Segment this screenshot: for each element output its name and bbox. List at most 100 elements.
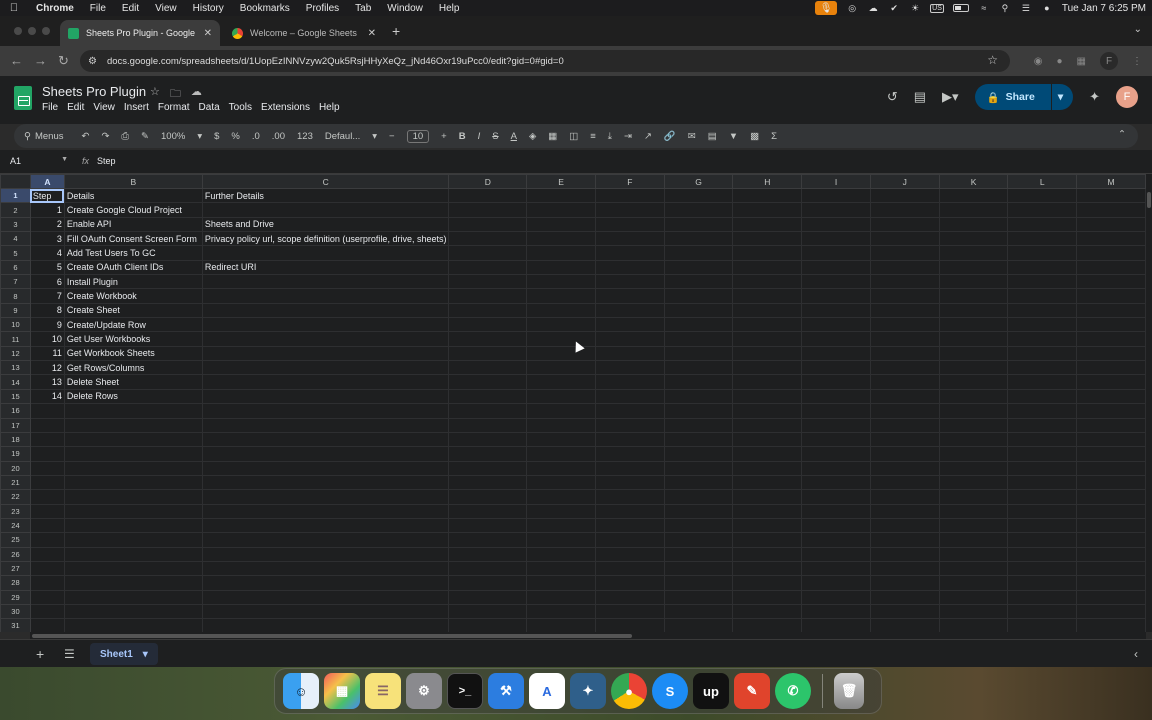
row-header[interactable]: 27	[0, 560, 31, 577]
cell-c27[interactable]	[201, 560, 450, 577]
cell-c25[interactable]	[201, 532, 450, 548]
cell-k2[interactable]	[938, 202, 1009, 218]
cell-g16[interactable]	[663, 403, 734, 419]
row-header[interactable]: 16	[0, 403, 31, 419]
new-tab-icon[interactable]: +	[392, 23, 400, 39]
cell-k6[interactable]	[938, 259, 1009, 276]
strikethrough-button[interactable]: S	[492, 131, 498, 142]
cell-a17[interactable]	[29, 417, 65, 433]
cell-g26[interactable]	[663, 546, 734, 562]
cell-h5[interactable]	[732, 245, 803, 261]
cell-f13[interactable]	[594, 360, 665, 376]
cell-m19[interactable]	[1076, 446, 1146, 462]
collapse-toolbar-chevron-icon[interactable]: ⌃	[1118, 129, 1126, 140]
cell-h28[interactable]	[732, 575, 803, 591]
cell-e18[interactable]	[526, 431, 596, 448]
cell-b29[interactable]	[63, 589, 203, 605]
cell-l23[interactable]	[1007, 503, 1078, 519]
spreadsheet-grid[interactable]: ABCDEFGHIJKLM 1 Step Details Further Detail…	[0, 174, 1146, 632]
cell-i14[interactable]	[801, 374, 871, 390]
chrome-icon[interactable]: ●	[611, 673, 647, 709]
cell-k30[interactable]	[938, 603, 1009, 620]
cell-h9[interactable]	[732, 302, 803, 319]
currency-format-button[interactable]: $	[214, 131, 219, 142]
cell-f6[interactable]	[594, 259, 665, 276]
vertical-align-icon[interactable]: ⤓	[608, 131, 612, 142]
cell-k20[interactable]	[938, 460, 1009, 476]
row-header[interactable]: 6	[0, 259, 31, 276]
cell-g30[interactable]	[663, 603, 734, 620]
cell-h7[interactable]	[732, 274, 803, 290]
insert-comment-icon[interactable]: ✉	[688, 131, 696, 142]
font-size-decrease-icon[interactable]: −	[389, 131, 395, 142]
decrease-decimal-button[interactable]: .0	[252, 131, 260, 142]
cell-g1[interactable]	[663, 187, 734, 204]
row-header[interactable]: 12	[0, 345, 31, 362]
text-color-button[interactable]: A	[511, 131, 517, 142]
cell-k4[interactable]	[938, 231, 1009, 247]
cell-b23[interactable]	[63, 503, 203, 519]
sheet-tab-chevron-icon[interactable]: ▾	[143, 649, 148, 660]
cell-f28[interactable]	[594, 575, 665, 591]
all-sheets-menu-icon[interactable]: ☰	[64, 647, 75, 661]
cell-l11[interactable]	[1007, 331, 1078, 347]
cell-g18[interactable]	[663, 431, 734, 448]
cell-j5[interactable]	[869, 245, 940, 261]
cell-l29[interactable]	[1007, 589, 1078, 605]
cell-k15[interactable]	[938, 388, 1009, 405]
cell-e4[interactable]	[526, 231, 596, 247]
upwork-icon[interactable]: up	[693, 673, 729, 709]
cell-j30[interactable]	[869, 603, 940, 620]
cell-b24[interactable]	[63, 517, 203, 534]
cell-l24[interactable]	[1007, 517, 1078, 534]
cell-e1[interactable]	[526, 187, 596, 204]
cell-b2[interactable]: Create Google Cloud Project	[63, 202, 203, 218]
cell-b17[interactable]	[63, 417, 203, 433]
add-sheet-icon[interactable]: +	[36, 646, 44, 662]
zoom-chevron-icon[interactable]: ▾	[197, 131, 202, 142]
cell-c1[interactable]: Further Details	[201, 187, 450, 204]
cell-i21[interactable]	[801, 474, 871, 491]
cell-a15[interactable]: 14	[29, 388, 65, 405]
cell-j6[interactable]	[869, 259, 940, 276]
cell-l16[interactable]	[1007, 403, 1078, 419]
cell-m18[interactable]	[1076, 431, 1146, 448]
sheet-tab-sheet1[interactable]: Sheet1 ▾	[90, 643, 158, 665]
cell-h18[interactable]	[732, 431, 803, 448]
cell-h14[interactable]	[732, 374, 803, 390]
cell-d22[interactable]	[448, 489, 528, 505]
cell-i4[interactable]	[801, 231, 871, 247]
cell-b10[interactable]: Create/Update Row	[63, 317, 203, 333]
cell-e25[interactable]	[526, 532, 596, 548]
row-header[interactable]: 4	[0, 231, 31, 247]
sheets-menu-edit[interactable]: Edit	[67, 102, 91, 113]
paint-format-icon[interactable]: ✎	[141, 131, 149, 142]
cell-l19[interactable]	[1007, 446, 1078, 462]
cell-b28[interactable]	[63, 575, 203, 591]
cell-l20[interactable]	[1007, 460, 1078, 476]
cell-m30[interactable]	[1076, 603, 1146, 620]
cell-c11[interactable]	[201, 331, 450, 347]
cell-m23[interactable]	[1076, 503, 1146, 519]
menu-window[interactable]: Window	[379, 3, 431, 14]
cell-g24[interactable]	[663, 517, 734, 534]
cell-c2[interactable]	[201, 202, 450, 218]
cell-k8[interactable]	[938, 288, 1009, 304]
cell-i12[interactable]	[801, 345, 871, 362]
row-header[interactable]: 30	[0, 603, 31, 620]
terminal-icon[interactable]: >_	[447, 673, 483, 709]
cell-f17[interactable]	[594, 417, 665, 433]
cell-k24[interactable]	[938, 517, 1009, 534]
cloud-icon[interactable]: ☁	[867, 3, 879, 13]
cell-h15[interactable]	[732, 388, 803, 405]
cell-k7[interactable]	[938, 274, 1009, 290]
cell-c5[interactable]	[201, 245, 450, 261]
search-menus[interactable]: ⚲ Menus	[24, 131, 63, 142]
cell-d26[interactable]	[448, 546, 528, 562]
xcode-icon[interactable]: ⚒	[488, 673, 524, 709]
menu-edit[interactable]: Edit	[114, 3, 147, 14]
cell-a13[interactable]: 12	[29, 360, 65, 376]
column-header-f[interactable]: F	[594, 174, 665, 189]
cell-f18[interactable]	[594, 431, 665, 448]
cell-g14[interactable]	[663, 374, 734, 390]
